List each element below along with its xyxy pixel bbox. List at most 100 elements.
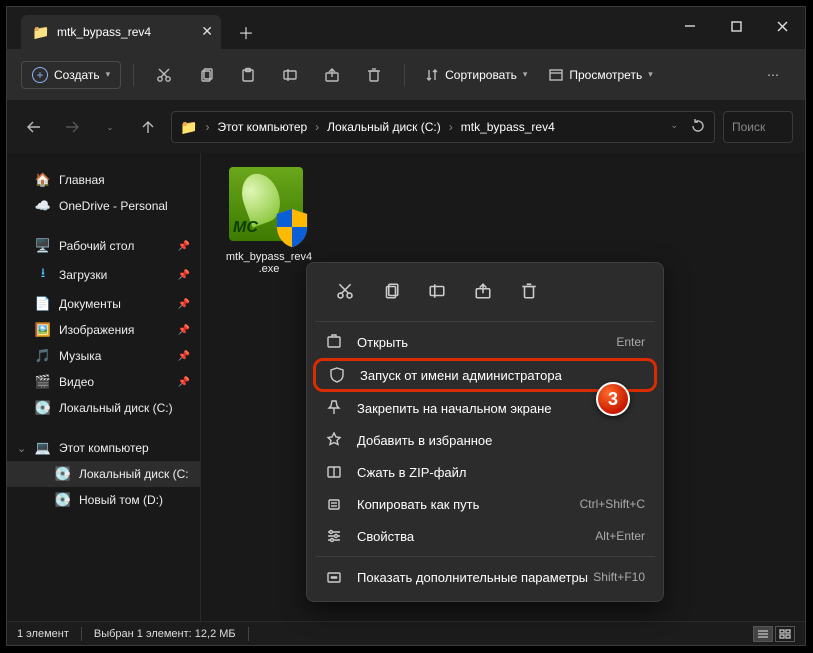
star-icon [325,432,343,448]
cut-button[interactable] [146,58,182,92]
breadcrumb-segment[interactable]: Этот компьютер [217,120,307,134]
maximize-button[interactable] [713,11,759,41]
ctx-copy-path[interactable]: Копировать как путь Ctrl+Shift+C [307,488,663,520]
ctx-delete-button[interactable] [511,275,547,307]
drive-icon: 💽 [35,400,51,416]
view-toggles [753,626,795,642]
chevron-right-icon [203,120,211,134]
ctx-cut-button[interactable] [327,275,363,307]
up-button[interactable] [133,112,163,142]
sidebar-item-thispc[interactable]: 💻Этот компьютер [7,435,200,461]
separator [315,321,655,322]
view-label: Просмотреть [569,68,642,82]
status-count: 1 элемент [17,628,69,640]
refresh-button[interactable] [690,118,706,137]
chevron-down-icon[interactable]: ⌄ [670,120,678,131]
properties-icon [325,528,343,544]
sidebar-item-home[interactable]: 🏠Главная [7,167,200,193]
ctx-label: Открыть [357,335,408,350]
address-bar: ⌄ 📁 Этот компьютер Локальный диск (C:) m… [7,101,805,153]
create-label: Создать [54,68,100,82]
chevron-right-icon [447,120,455,134]
chevron-down-icon: ▾ [523,69,528,80]
sidebar-item-desktop[interactable]: 🖥️Рабочий стол📌 [7,233,200,259]
file-item[interactable]: MC mtk_bypass_rev4 .exe [215,167,323,275]
sidebar-item-label: Главная [59,173,105,187]
paste-button[interactable] [230,58,266,92]
plus-icon: + [32,67,48,83]
share-button[interactable] [314,58,350,92]
rename-button[interactable] [272,58,308,92]
back-button[interactable] [19,112,49,142]
new-tab-button[interactable]: ＋ [229,15,263,49]
view-button[interactable]: Просмотреть ▾ [541,58,660,92]
window-controls [667,11,805,45]
icons-view-toggle[interactable] [775,626,795,642]
minimize-button[interactable] [667,11,713,41]
separator [81,627,82,641]
pin-icon [325,400,343,416]
sidebar-item-pictures[interactable]: 🖼️Изображения📌 [7,317,200,343]
tab-active[interactable]: 📁 mtk_bypass_rev4 ✕ [21,15,221,49]
close-button[interactable] [759,11,805,41]
ctx-rename-button[interactable] [419,275,455,307]
ctx-open[interactable]: Открыть Enter [307,326,663,358]
sidebar-item-label: Документы [59,297,121,311]
drive-icon: 💽 [55,466,71,482]
breadcrumb-segment[interactable]: Локальный диск (C:) [327,120,441,134]
pin-icon: 📌 [178,325,190,336]
sidebar-item-localdisk-c[interactable]: 💽Локальный диск (C: [7,461,200,487]
ctx-shortcut: Ctrl+Shift+C [580,497,645,511]
ctx-compress-zip[interactable]: Сжать в ZIP-файл [307,456,663,488]
sidebar-item-newvol-d[interactable]: 💽Новый том (D:) [7,487,200,513]
ctx-show-more[interactable]: Показать дополнительные параметры Shift+… [307,561,663,593]
sidebar-item-label: Видео [59,375,94,389]
ctx-label: Показать дополнительные параметры [357,570,588,585]
toolbar: + Создать ▾ Сортировать ▾ Просмотреть ▾ … [7,49,805,101]
tab-close-button[interactable]: ✕ [201,23,213,40]
delete-button[interactable] [356,58,392,92]
sidebar-item-downloads[interactable]: ⭳Загрузки📌 [7,259,200,291]
history-dropdown[interactable]: ⌄ [95,112,125,142]
ctx-label: Свойства [357,529,414,544]
ctx-copy-button[interactable] [373,275,409,307]
cloud-icon: ☁️ [35,198,51,214]
sidebar-item-localdisk[interactable]: 💽 Локальный диск (C:) [7,395,200,421]
sidebar-item-videos[interactable]: 🎬 Видео 📌 [7,369,200,395]
more-icon [325,569,343,585]
sort-button[interactable]: Сортировать ▾ [417,58,535,92]
create-button[interactable]: + Создать ▾ [21,61,121,89]
view-icon [549,68,563,82]
separator [133,64,134,86]
ctx-favorite[interactable]: Добавить в избранное [307,424,663,456]
copy-button[interactable] [188,58,224,92]
sidebar-item-label: Локальный диск (C:) [59,401,173,415]
pin-icon: 📌 [178,377,190,388]
breadcrumbs[interactable]: 📁 Этот компьютер Локальный диск (C:) mtk… [171,111,715,143]
open-icon [325,334,343,350]
annotation-number: 3 [608,389,618,410]
sort-icon [425,68,439,82]
path-icon [325,496,343,512]
ctx-share-button[interactable] [465,275,501,307]
sidebar-item-onedrive[interactable]: ☁️OneDrive - Personal [7,193,200,219]
sidebar-item-documents[interactable]: 📄Документы📌 [7,291,200,317]
search-placeholder: Поиск [732,120,765,134]
folder-icon: 📁 [180,119,197,136]
pin-icon: 📌 [178,270,190,281]
image-icon: 🖼️ [35,322,51,338]
sidebar-item-music[interactable]: 🎵Музыка📌 [7,343,200,369]
breadcrumb-segment[interactable]: mtk_bypass_rev4 [461,120,555,134]
more-button[interactable]: ⋯ [755,58,791,92]
statusbar: 1 элемент Выбран 1 элемент: 12,2 МБ [7,621,805,645]
details-view-toggle[interactable] [753,626,773,642]
search-input[interactable]: Поиск [723,111,793,143]
forward-button[interactable] [57,112,87,142]
music-icon: 🎵 [35,348,51,364]
pc-icon: 💻 [35,440,51,456]
ctx-properties[interactable]: Свойства Alt+Enter [307,520,663,552]
chevron-down-icon: ▾ [106,69,111,80]
video-icon: 🎬 [35,374,51,390]
ctx-shortcut: Alt+Enter [595,529,645,543]
download-icon: ⭳ [35,264,51,286]
